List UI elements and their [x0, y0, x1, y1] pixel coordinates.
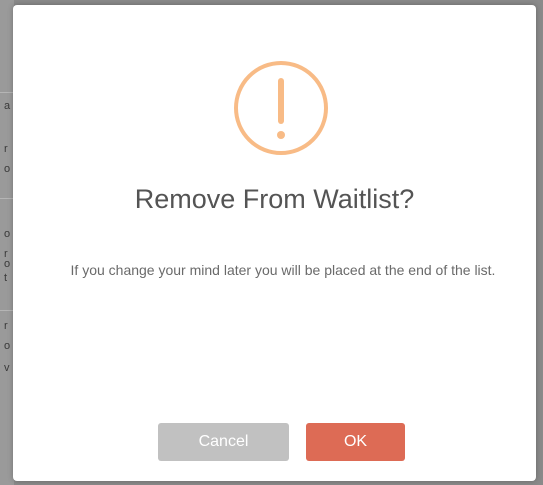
background-page-edge: a r o o r o t r o v [0, 0, 14, 485]
dialog-message: If you change your mind later you will b… [70, 262, 496, 278]
background-text: r [4, 143, 8, 155]
dialog-title: Remove From Waitlist? [134, 184, 415, 214]
background-divider [0, 198, 14, 199]
background-text: o [4, 228, 11, 240]
background-text: t [4, 272, 8, 284]
cancel-button[interactable]: Cancel [158, 423, 289, 461]
background-text: o [4, 340, 11, 352]
background-text: a [4, 100, 11, 112]
background-text: o [4, 163, 11, 175]
warning-exclamation-icon [233, 60, 329, 156]
background-divider [0, 92, 14, 93]
background-text: r [4, 320, 8, 332]
ok-button[interactable]: OK [306, 423, 405, 461]
background-divider [0, 310, 14, 311]
confirm-dialog: Remove From Waitlist? If you change your… [13, 5, 536, 481]
background-text: v [4, 362, 10, 374]
background-text: o [4, 258, 11, 270]
